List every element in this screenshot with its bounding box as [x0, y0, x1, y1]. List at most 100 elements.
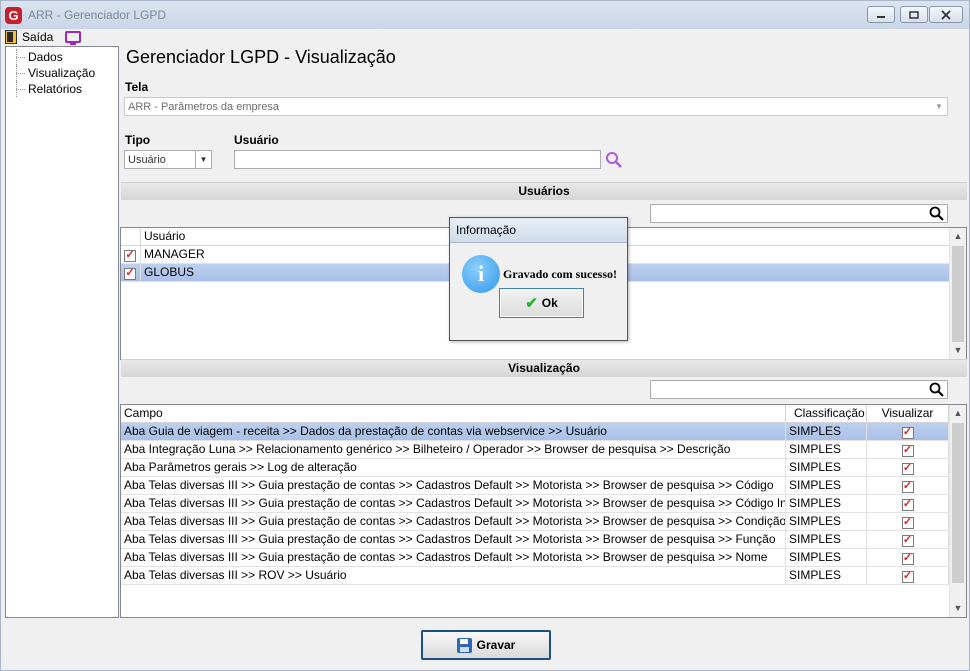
classificacao-cell: SIMPLES [786, 567, 867, 584]
close-button[interactable] [929, 6, 963, 23]
visualizar-checkbox[interactable] [901, 534, 914, 547]
minimize-icon [877, 15, 885, 18]
campo-cell: Aba Guia de viagem - receita >> Dados da… [121, 423, 786, 440]
visualization-grid-header: Campo Classificação Visualizar [121, 405, 966, 423]
visualization-filter-input[interactable] [650, 380, 948, 399]
visualizar-checkbox[interactable] [901, 462, 914, 475]
campo-cell: Aba Integração Luna >> Relacionamento ge… [121, 441, 786, 458]
exit-menu-label: Saída [22, 30, 54, 44]
column-header-visualizar[interactable]: Visualizar [867, 405, 949, 422]
classificacao-cell: SIMPLES [786, 495, 867, 512]
close-icon [941, 9, 951, 20]
visualizar-cell [867, 567, 949, 584]
main-window: G ARR - Gerenciador LGPD Saída Dados Vis… [0, 0, 970, 671]
visualizar-cell [867, 495, 949, 512]
scroll-up-icon[interactable]: ▲ [950, 228, 966, 245]
save-button-label: Gravar [476, 638, 516, 652]
visualizar-checkbox[interactable] [901, 444, 914, 457]
table-row[interactable]: Aba Telas diversas III >> Guia prestação… [121, 477, 966, 495]
visualizar-cell [867, 477, 949, 494]
visualizar-cell [867, 549, 949, 566]
window-title: ARR - Gerenciador LGPD [28, 8, 167, 22]
campo-cell: Aba Telas diversas III >> Guia prestação… [121, 513, 786, 530]
table-row[interactable]: Aba Telas diversas III >> Guia prestação… [121, 495, 966, 513]
navigation-tree: Dados Visualização Relatórios [5, 46, 119, 618]
visualizar-checkbox[interactable] [901, 426, 914, 439]
tree-item-visualizacao[interactable]: Visualização [6, 65, 118, 81]
table-row[interactable]: Aba Telas diversas III >> Guia prestação… [121, 531, 966, 549]
visualizar-checkbox[interactable] [901, 552, 914, 565]
campo-cell: Aba Telas diversas III >> Guia prestação… [121, 477, 786, 494]
visualizar-cell [867, 513, 949, 530]
table-row[interactable]: Aba Integração Luna >> Relacionamento ge… [121, 441, 966, 459]
classificacao-cell: SIMPLES [786, 459, 867, 476]
table-row[interactable]: Aba Telas diversas III >> ROV >> Usuário… [121, 567, 966, 585]
tree-item-dados[interactable]: Dados [6, 49, 118, 65]
campo-cell: Aba Telas diversas III >> Guia prestação… [121, 549, 786, 566]
tree-item-relatorios[interactable]: Relatórios [6, 81, 118, 97]
classificacao-cell: SIMPLES [786, 477, 867, 494]
users-scrollbar[interactable]: ▲ ▼ [949, 228, 966, 359]
user-checkbox[interactable] [124, 267, 136, 280]
tipo-label: Tipo [125, 133, 151, 147]
visualization-rows: Aba Guia de viagem - receita >> Dados da… [121, 423, 966, 585]
minimize-button[interactable] [867, 6, 895, 23]
search-icon [606, 152, 622, 168]
exit-menu-item[interactable]: Saída [5, 30, 53, 44]
scroll-up-icon[interactable]: ▲ [950, 405, 966, 422]
search-icon[interactable] [929, 206, 945, 222]
save-button[interactable]: Gravar [421, 630, 551, 660]
tela-select[interactable]: ARR - Parâmetros da empresa ▼ [124, 97, 948, 116]
page-title: Gerenciador LGPD - Visualização [126, 47, 396, 67]
visualizar-checkbox[interactable] [901, 570, 914, 583]
table-row[interactable]: Aba Guia de viagem - receita >> Dados da… [121, 423, 966, 441]
tree-item-label: Relatórios [28, 82, 83, 96]
ok-button-label: Ok [541, 296, 558, 310]
tela-select-value: ARR - Parâmetros da empresa [128, 100, 279, 113]
usuario-label: Usuário [234, 133, 279, 147]
users-section-header: Usuários [121, 182, 967, 200]
column-header-campo[interactable]: Campo [121, 405, 786, 422]
info-icon: i [462, 255, 500, 293]
visualization-scrollbar[interactable]: ▲ ▼ [949, 405, 966, 617]
classificacao-cell: SIMPLES [786, 531, 867, 548]
tipo-select[interactable]: Usuário ▼ [124, 150, 212, 169]
visualizar-cell [867, 423, 949, 440]
visualizar-checkbox[interactable] [901, 516, 914, 529]
tela-label: Tela [125, 80, 149, 94]
dialog-message: Gravado com sucesso! [503, 267, 617, 281]
table-row[interactable]: Aba Parâmetros gerais >> Log de alteraçã… [121, 459, 966, 477]
door-exit-icon [5, 30, 17, 44]
campo-cell: Aba Parâmetros gerais >> Log de alteraçã… [121, 459, 786, 476]
monitor-icon[interactable] [65, 31, 82, 45]
ok-button[interactable]: ✔ Ok [499, 288, 584, 318]
scroll-thumb[interactable] [952, 423, 964, 583]
scroll-thumb[interactable] [952, 246, 964, 342]
floppy-disk-icon [456, 637, 472, 653]
classificacao-cell: SIMPLES [786, 423, 867, 440]
campo-cell: Aba Telas diversas III >> Guia prestação… [121, 531, 786, 548]
column-header-classificacao[interactable]: Classificação [786, 405, 867, 422]
visualization-section-header: Visualização [121, 359, 967, 377]
scroll-down-icon[interactable]: ▼ [950, 600, 966, 617]
user-checkbox[interactable] [124, 249, 136, 262]
table-row[interactable]: Aba Telas diversas III >> Guia prestação… [121, 513, 966, 531]
menu-bar: Saída [1, 28, 969, 46]
visualizar-cell [867, 531, 949, 548]
dialog-title: Informação [450, 218, 627, 243]
restore-button[interactable] [900, 6, 928, 23]
campo-cell: Aba Telas diversas III >> ROV >> Usuário [121, 567, 786, 584]
visualizar-cell [867, 441, 949, 458]
table-row[interactable]: Aba Telas diversas III >> Guia prestação… [121, 549, 966, 567]
tree-item-label: Dados [28, 50, 63, 64]
usuario-search-button[interactable] [605, 151, 623, 169]
usuario-input[interactable] [234, 150, 601, 169]
visualizar-checkbox[interactable] [901, 498, 914, 511]
chevron-down-icon: ▼ [195, 151, 211, 168]
users-filter-input[interactable] [650, 204, 948, 223]
campo-cell: Aba Telas diversas III >> Guia prestação… [121, 495, 786, 512]
app-logo-icon: G [5, 6, 22, 24]
search-icon[interactable] [929, 382, 945, 398]
visualizar-checkbox[interactable] [901, 480, 914, 493]
scroll-down-icon[interactable]: ▼ [950, 342, 966, 359]
